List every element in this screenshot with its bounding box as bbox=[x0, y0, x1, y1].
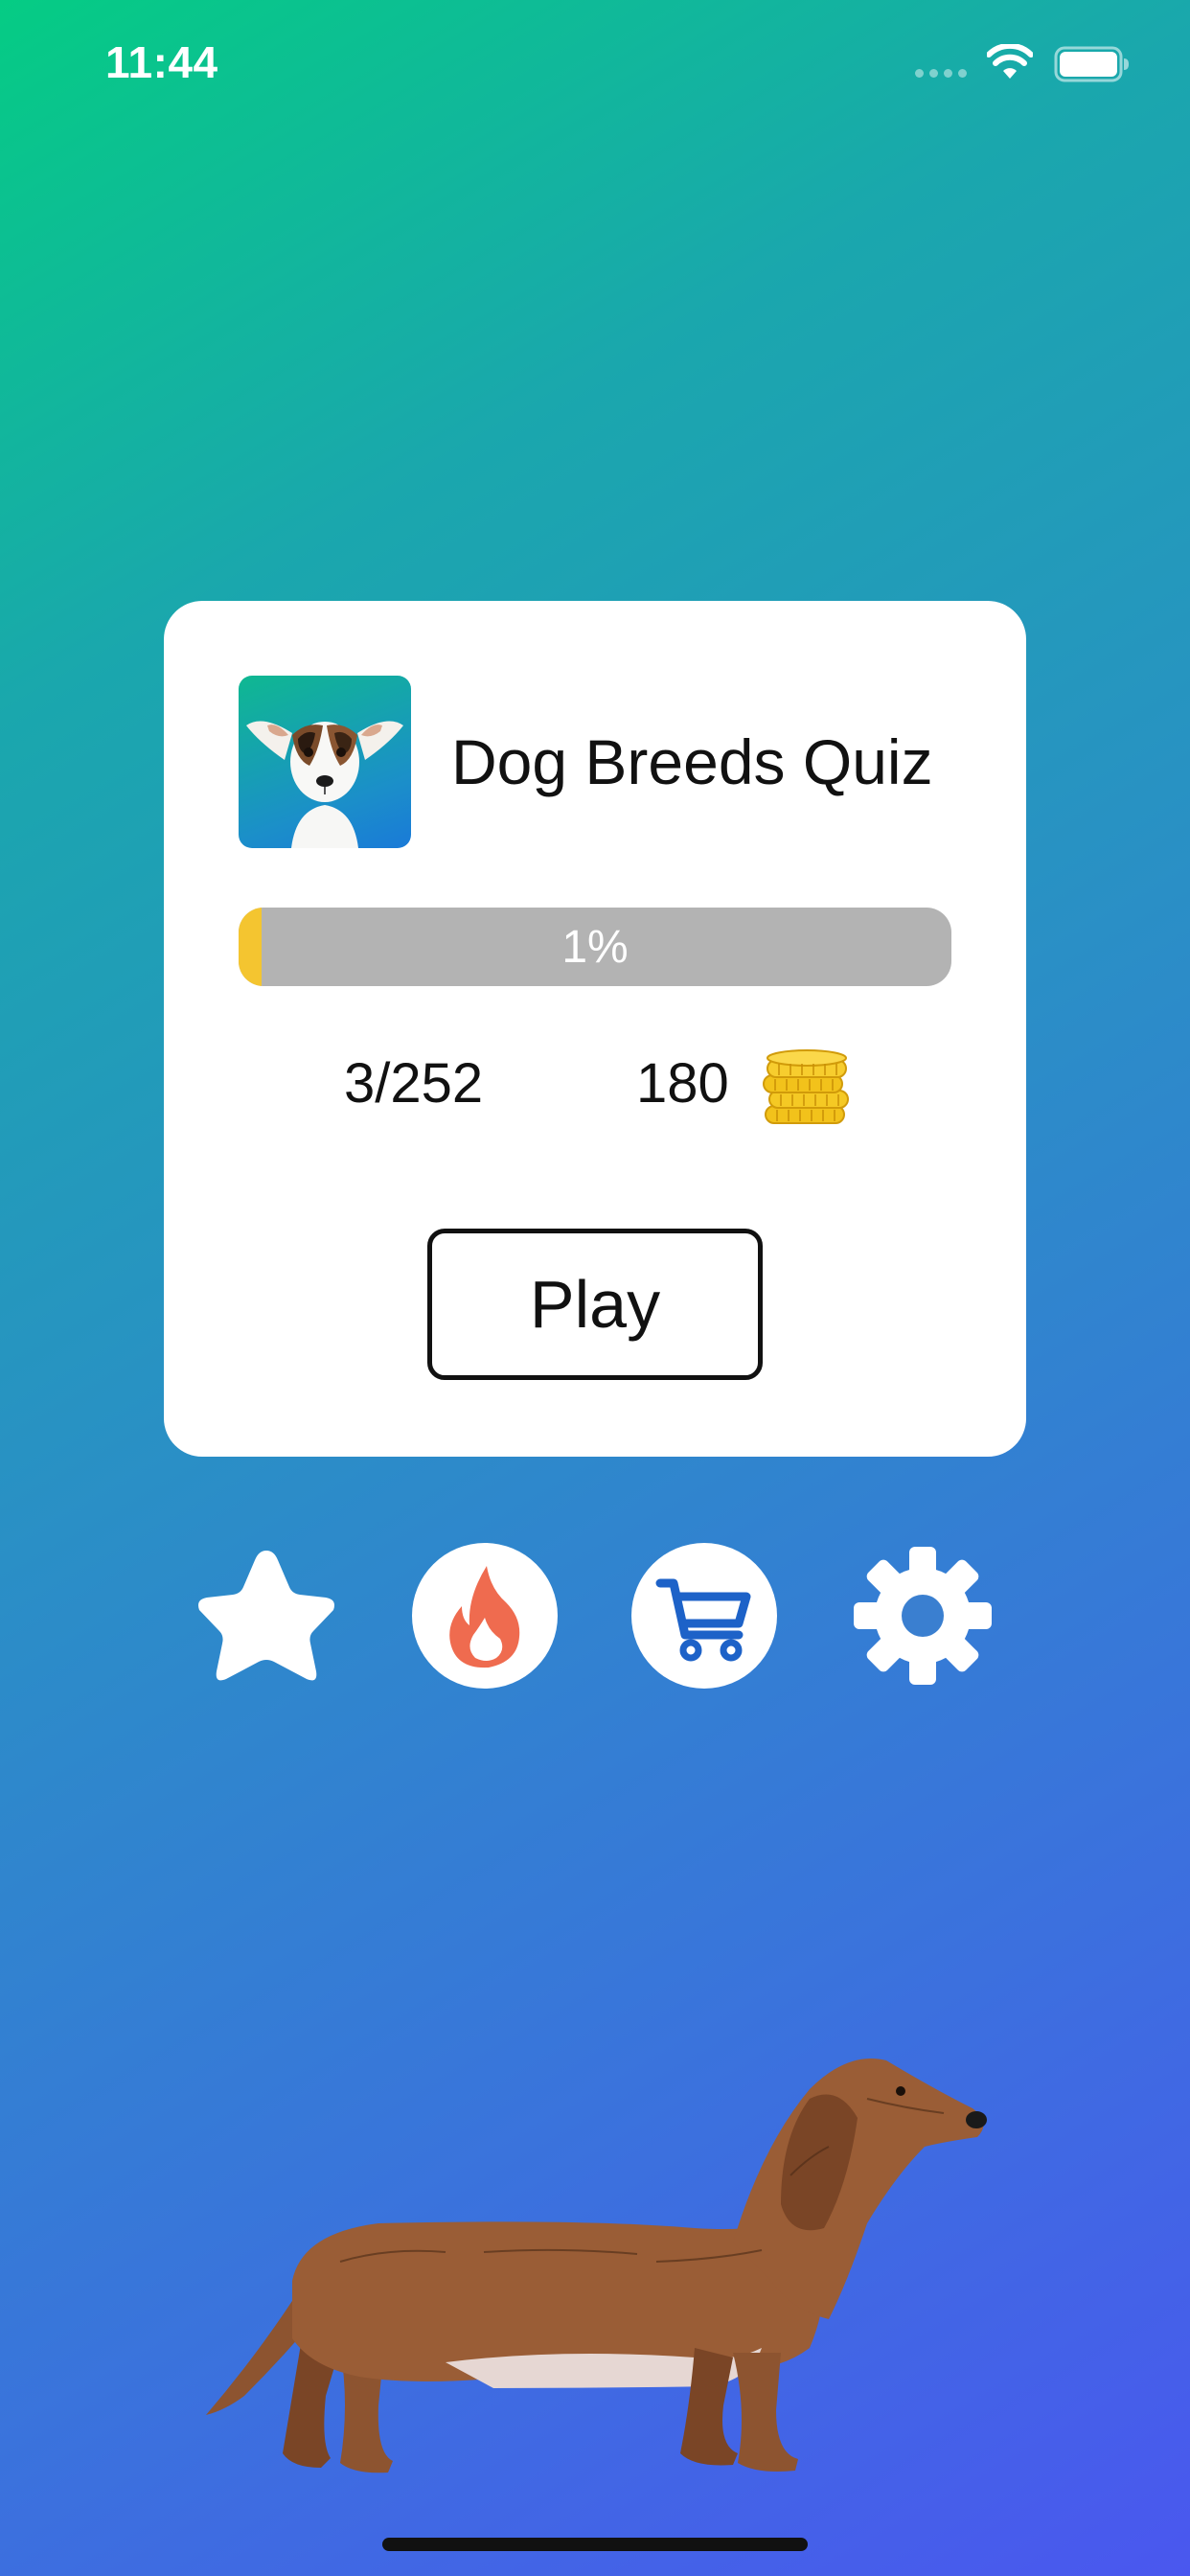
coin-stack-icon bbox=[763, 1049, 849, 1124]
star-icon bbox=[198, 1551, 334, 1681]
dachshund-illustration bbox=[206, 2058, 987, 2473]
settings-button[interactable] bbox=[850, 1543, 995, 1689]
hot-button[interactable] bbox=[412, 1543, 558, 1689]
dog-portrait-icon bbox=[239, 676, 411, 848]
home-indicator[interactable] bbox=[382, 2538, 808, 2551]
quiz-card: Dog Breeds Quiz 1% 3/252 180 Play bbox=[164, 601, 1026, 1457]
progress-bar: 1% bbox=[239, 908, 951, 986]
wifi-icon bbox=[987, 44, 1033, 79]
cellular-signal-icon bbox=[915, 69, 967, 78]
battery-icon bbox=[1054, 46, 1129, 82]
coin-balance: 180 bbox=[636, 1052, 729, 1115]
shopping-cart-icon bbox=[631, 1543, 777, 1689]
favorites-button[interactable] bbox=[194, 1543, 339, 1689]
quiz-title: Dog Breeds Quiz bbox=[451, 726, 933, 797]
gear-icon bbox=[854, 1547, 992, 1685]
progress-label: 1% bbox=[561, 921, 629, 973]
status-time: 11:44 bbox=[105, 37, 218, 87]
shop-button[interactable] bbox=[631, 1543, 777, 1689]
status-bar: 11:44 bbox=[0, 0, 1190, 129]
flame-icon bbox=[412, 1543, 558, 1689]
answered-count: 3/252 bbox=[344, 1052, 484, 1115]
play-button[interactable]: Play bbox=[427, 1229, 763, 1380]
